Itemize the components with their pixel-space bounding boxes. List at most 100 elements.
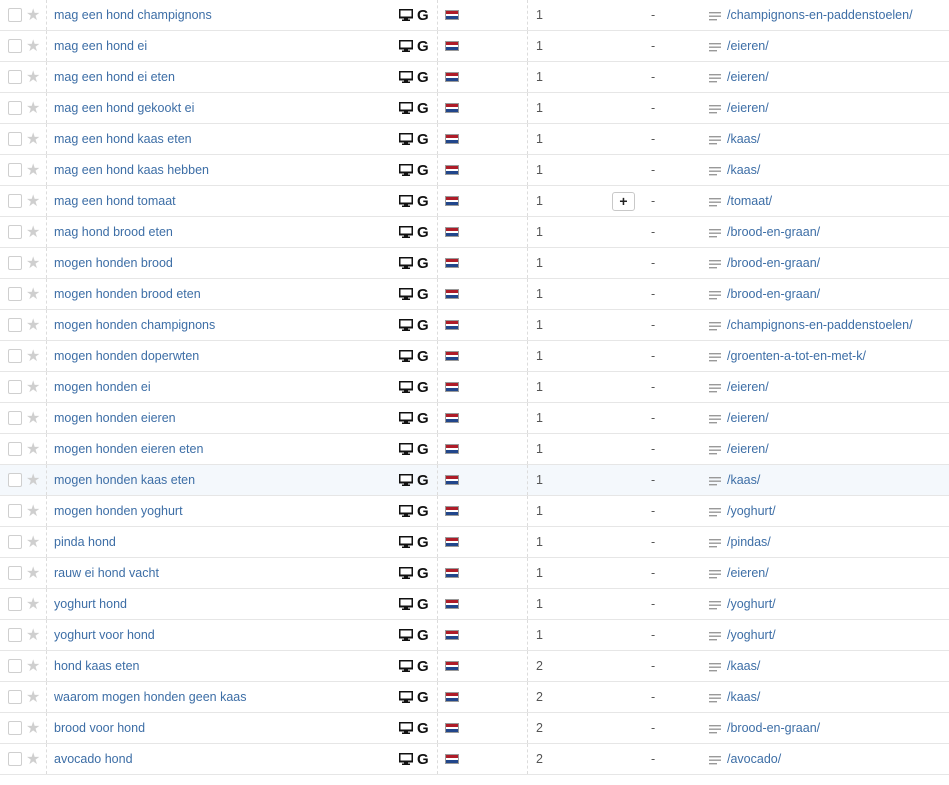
keyword-link[interactable]: mag een hond ei	[54, 39, 147, 53]
keyword-link[interactable]: mogen honden brood	[54, 256, 173, 270]
row-select[interactable]	[8, 372, 23, 402]
keyword-link[interactable]: mag hond brood eten	[54, 225, 173, 239]
row-select[interactable]	[8, 465, 23, 495]
keyword-link[interactable]: pinda hond	[54, 535, 116, 549]
url-link[interactable]: /yoghurt/	[727, 628, 776, 642]
keyword-link[interactable]: mogen honden eieren	[54, 411, 176, 425]
url-link[interactable]: /eieren/	[727, 566, 769, 580]
keyword-link[interactable]: mogen honden ei	[54, 380, 151, 394]
row-select[interactable]	[8, 93, 23, 123]
row-select[interactable]	[8, 279, 23, 309]
keyword-link[interactable]: rauw ei hond vacht	[54, 566, 159, 580]
row-checkbox[interactable]	[8, 163, 22, 177]
row-checkbox[interactable]	[8, 597, 22, 611]
star-icon[interactable]: ★	[26, 31, 42, 61]
row-select[interactable]	[8, 155, 23, 185]
keyword-link[interactable]: mag een hond ei eten	[54, 70, 175, 84]
url-link[interactable]: /brood-en-graan/	[727, 721, 820, 735]
keyword-link[interactable]: mogen honden eieren eten	[54, 442, 203, 456]
add-button[interactable]: +	[612, 191, 635, 211]
row-checkbox[interactable]	[8, 442, 22, 456]
star-icon[interactable]: ★	[26, 341, 42, 371]
row-select[interactable]	[8, 620, 23, 650]
row-checkbox[interactable]	[8, 380, 22, 394]
row-select[interactable]	[8, 403, 23, 433]
row-select[interactable]	[8, 651, 23, 681]
url-link[interactable]: /champignons-en-paddenstoelen/	[727, 8, 913, 22]
row-select[interactable]	[8, 31, 23, 61]
url-link[interactable]: /avocado/	[727, 752, 781, 766]
row-select[interactable]	[8, 186, 23, 216]
keyword-link[interactable]: yoghurt hond	[54, 597, 127, 611]
url-link[interactable]: /groenten-a-tot-en-met-k/	[727, 349, 866, 363]
row-checkbox[interactable]	[8, 39, 22, 53]
keyword-link[interactable]: brood voor hond	[54, 721, 145, 735]
row-select[interactable]	[8, 713, 23, 743]
url-link[interactable]: /kaas/	[727, 473, 760, 487]
row-checkbox[interactable]	[8, 225, 22, 239]
star-icon[interactable]: ★	[26, 403, 42, 433]
row-checkbox[interactable]	[8, 535, 22, 549]
row-select[interactable]	[8, 527, 23, 557]
row-checkbox[interactable]	[8, 659, 22, 673]
keyword-link[interactable]: yoghurt voor hond	[54, 628, 155, 642]
star-icon[interactable]: ★	[26, 93, 42, 123]
keyword-link[interactable]: mag een hond tomaat	[54, 194, 176, 208]
row-select[interactable]	[8, 341, 23, 371]
url-link[interactable]: /brood-en-graan/	[727, 287, 820, 301]
star-icon[interactable]: ★	[26, 124, 42, 154]
keyword-link[interactable]: mag een hond kaas hebben	[54, 163, 209, 177]
url-link[interactable]: /yoghurt/	[727, 597, 776, 611]
row-checkbox[interactable]	[8, 504, 22, 518]
star-icon[interactable]: ★	[26, 186, 42, 216]
row-select[interactable]	[8, 558, 23, 588]
star-icon[interactable]: ★	[26, 248, 42, 278]
keyword-link[interactable]: mogen honden champignons	[54, 318, 215, 332]
row-checkbox[interactable]	[8, 349, 22, 363]
star-icon[interactable]: ★	[26, 558, 42, 588]
star-icon[interactable]: ★	[26, 713, 42, 743]
url-link[interactable]: /kaas/	[727, 690, 760, 704]
row-checkbox[interactable]	[8, 721, 22, 735]
star-icon[interactable]: ★	[26, 620, 42, 650]
star-icon[interactable]: ★	[26, 651, 42, 681]
url-link[interactable]: /brood-en-graan/	[727, 256, 820, 270]
url-link[interactable]: /kaas/	[727, 163, 760, 177]
url-link[interactable]: /eieren/	[727, 101, 769, 115]
star-icon[interactable]: ★	[26, 279, 42, 309]
url-link[interactable]: /eieren/	[727, 380, 769, 394]
url-link[interactable]: /champignons-en-paddenstoelen/	[727, 318, 913, 332]
row-checkbox[interactable]	[8, 70, 22, 84]
url-link[interactable]: /eieren/	[727, 411, 769, 425]
keyword-link[interactable]: mogen honden doperwten	[54, 349, 199, 363]
star-icon[interactable]: ★	[26, 744, 42, 774]
row-checkbox[interactable]	[8, 132, 22, 146]
url-link[interactable]: /kaas/	[727, 659, 760, 673]
row-select[interactable]	[8, 124, 23, 154]
row-checkbox[interactable]	[8, 411, 22, 425]
row-select[interactable]	[8, 248, 23, 278]
url-link[interactable]: /eieren/	[727, 39, 769, 53]
star-icon[interactable]: ★	[26, 155, 42, 185]
row-checkbox[interactable]	[8, 287, 22, 301]
url-link[interactable]: /tomaat/	[727, 194, 772, 208]
star-icon[interactable]: ★	[26, 496, 42, 526]
row-select[interactable]	[8, 62, 23, 92]
keyword-link[interactable]: avocado hond	[54, 752, 133, 766]
keyword-link[interactable]: waarom mogen honden geen kaas	[54, 690, 247, 704]
url-link[interactable]: /eieren/	[727, 442, 769, 456]
row-checkbox[interactable]	[8, 8, 22, 22]
keyword-link[interactable]: mag een hond gekookt ei	[54, 101, 194, 115]
keyword-link[interactable]: mogen honden kaas eten	[54, 473, 195, 487]
keyword-link[interactable]: mogen honden brood eten	[54, 287, 201, 301]
keyword-link[interactable]: mogen honden yoghurt	[54, 504, 183, 518]
star-icon[interactable]: ★	[26, 217, 42, 247]
star-icon[interactable]: ★	[26, 62, 42, 92]
row-select[interactable]	[8, 217, 23, 247]
star-icon[interactable]: ★	[26, 434, 42, 464]
keyword-link[interactable]: hond kaas eten	[54, 659, 140, 673]
row-checkbox[interactable]	[8, 690, 22, 704]
row-select[interactable]	[8, 0, 23, 30]
url-link[interactable]: /eieren/	[727, 70, 769, 84]
row-select[interactable]	[8, 434, 23, 464]
